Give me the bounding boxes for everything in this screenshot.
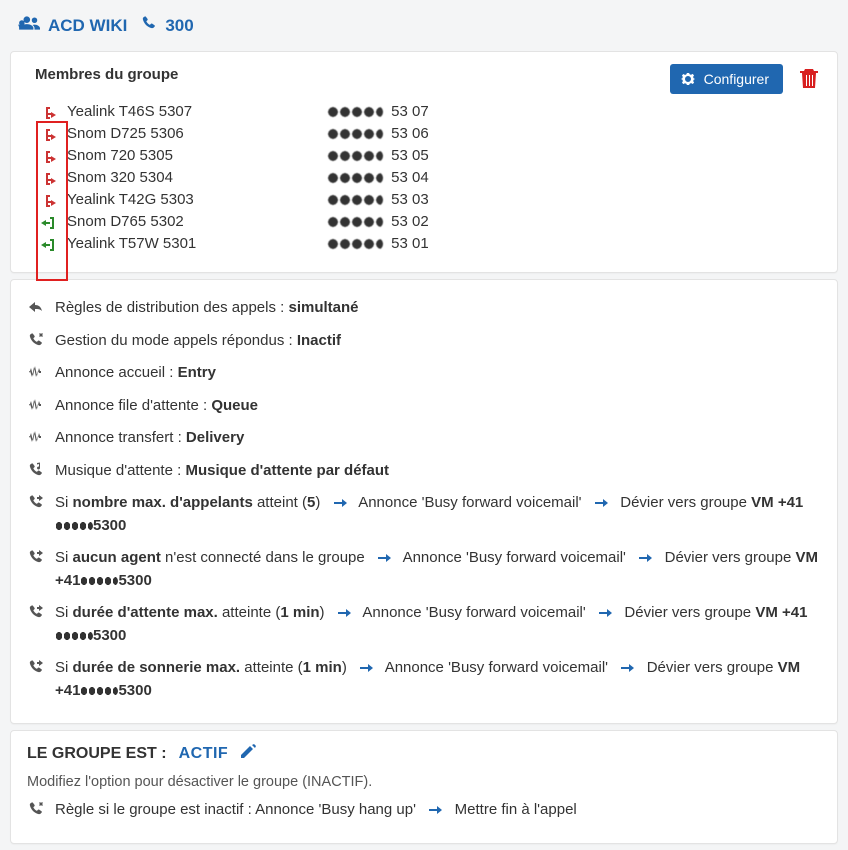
arrow-icon: [598, 607, 612, 619]
rules-panel: Règles de distribution des appels : simu…: [10, 279, 838, 724]
arrow-icon: [620, 662, 634, 674]
member-number: 53 07: [327, 103, 429, 120]
masked-digits: [327, 238, 383, 250]
trash-icon: [799, 67, 819, 89]
member-row[interactable]: Yealink T42G 5303 53 03: [29, 188, 819, 210]
wave-icon: [27, 429, 45, 443]
inactive-rule: Règle si le groupe est inactif : Annonce…: [55, 799, 821, 822]
logout-icon: [39, 127, 57, 141]
member-name: Snom D725 5306: [67, 125, 317, 142]
status-panel: LE GROUPE EST : ACTIF Modifiez l'option …: [10, 730, 838, 844]
member-row[interactable]: Snom 320 5304 53 04: [29, 166, 819, 188]
masked-digits: [327, 172, 383, 184]
login-icon: [39, 215, 57, 229]
masked-digits: [80, 686, 118, 696]
member-number: 53 06: [327, 125, 429, 142]
logout-icon: [39, 105, 57, 119]
masked-digits: [55, 631, 93, 641]
arrow-icon: [428, 804, 442, 816]
status-hint: Modifiez l'option pour désactiver le gro…: [27, 774, 821, 790]
login-icon: [39, 237, 57, 251]
member-name: Snom 320 5304: [67, 169, 317, 186]
masked-digits: [80, 576, 118, 586]
page-header: ACD WIKI 300: [0, 0, 848, 45]
phone-forward-icon: [27, 659, 45, 673]
extension-number: 300: [165, 16, 193, 36]
max-callers-rule: Si nombre max. d'appelants atteint (5) A…: [55, 492, 821, 537]
logout-icon: [39, 149, 57, 163]
masked-digits: [327, 216, 383, 228]
wave-icon: [27, 397, 45, 411]
member-list: Yealink T46S 5307 53 07Snom D725 5306 53…: [27, 98, 821, 256]
edit-icon: [240, 743, 258, 759]
member-name: Yealink T57W 5301: [67, 235, 317, 252]
masked-digits: [327, 128, 383, 140]
music-icon: [27, 462, 45, 476]
configure-button[interactable]: Configurer: [670, 64, 783, 94]
phone-forward-icon: [27, 494, 45, 508]
queue-announce: Annonce file d'attente : Queue: [55, 395, 821, 418]
phone-x-icon: [27, 801, 45, 815]
status-label: LE GROUPE EST :: [27, 745, 167, 763]
member-name: Yealink T42G 5303: [67, 191, 317, 208]
masked-digits: [55, 521, 93, 531]
max-wait-rule: Si durée d'attente max. atteinte (1 min)…: [55, 602, 821, 647]
masked-digits: [327, 106, 383, 118]
members-title: Membres du groupe: [27, 64, 178, 83]
gear-icon: [680, 71, 696, 87]
members-panel: Membres du groupe Configurer Yealink T46…: [10, 51, 838, 273]
member-row[interactable]: Snom D765 5302 53 02: [29, 210, 819, 232]
phone-x-icon: [27, 332, 45, 346]
arrow-icon: [638, 552, 652, 564]
arrow-icon: [333, 497, 347, 509]
arrow-icon: [377, 552, 391, 564]
logout-icon: [39, 171, 57, 185]
distribution-rule: Règles de distribution des appels : simu…: [55, 297, 821, 320]
share-icon: [27, 299, 45, 313]
answered-mode: Gestion du mode appels répondus : Inacti…: [55, 330, 821, 353]
page-title: ACD WIKI: [48, 16, 127, 36]
masked-digits: [327, 194, 383, 206]
member-number: 53 02: [327, 213, 429, 230]
member-row[interactable]: Yealink T57W 5301 53 01: [29, 232, 819, 254]
member-number: 53 05: [327, 147, 429, 164]
masked-digits: [327, 150, 383, 162]
arrow-icon: [337, 607, 351, 619]
member-row[interactable]: Yealink T46S 5307 53 07: [29, 100, 819, 122]
member-row[interactable]: Snom D725 5306 53 06: [29, 122, 819, 144]
member-row[interactable]: Snom 720 5305 53 05: [29, 144, 819, 166]
arrow-icon: [594, 497, 608, 509]
phone-forward-icon: [27, 604, 45, 618]
edit-status-button[interactable]: [240, 743, 258, 764]
no-agent-rule: Si aucun agent n'est connecté dans le gr…: [55, 547, 821, 592]
group-icon: [18, 14, 40, 37]
member-name: Snom 720 5305: [67, 147, 317, 164]
member-number: 53 04: [327, 169, 429, 186]
hold-music: Musique d'attente : Musique d'attente pa…: [55, 460, 821, 483]
member-number: 53 03: [327, 191, 429, 208]
max-ring-rule: Si durée de sonnerie max. atteinte (1 mi…: [55, 657, 821, 702]
arrow-icon: [359, 662, 373, 674]
wave-icon: [27, 364, 45, 378]
member-name: Yealink T46S 5307: [67, 103, 317, 120]
transfer-announce: Annonce transfert : Delivery: [55, 427, 821, 450]
member-number: 53 01: [327, 235, 429, 252]
logout-icon: [39, 193, 57, 207]
phone-forward-icon: [27, 549, 45, 563]
status-value: ACTIF: [179, 745, 229, 763]
delete-button[interactable]: [797, 65, 821, 94]
welcome-announce: Annonce accueil : Entry: [55, 362, 821, 385]
configure-label: Configurer: [704, 71, 769, 87]
phone-icon: [141, 15, 157, 36]
member-name: Snom D765 5302: [67, 213, 317, 230]
